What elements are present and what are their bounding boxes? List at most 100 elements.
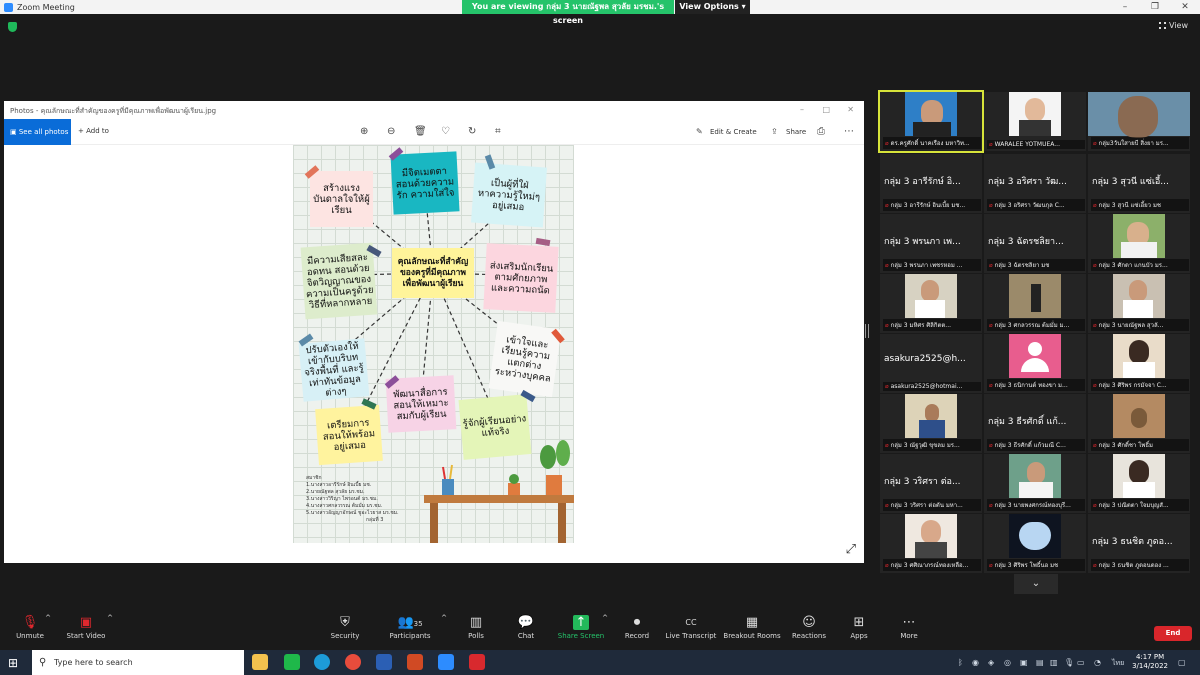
close-button[interactable]: ✕: [1170, 0, 1200, 14]
muted-mic-icon: ⌀: [885, 502, 889, 509]
participant-tile[interactable]: ⌀ กลุ่ม 3 ณัฐวุฒิ ขุขลม มร...: [880, 394, 982, 453]
participant-tile[interactable]: ⌀ WARALEE YOTMUEA...: [984, 92, 1086, 151]
participant-caption: ⌀ WARALEE YOTMUEA...: [987, 140, 1085, 149]
live-transcript-button[interactable]: CC Live Transcript: [661, 614, 721, 640]
muted-mic-icon: ⌀: [989, 562, 993, 569]
powerpoint-app-icon[interactable]: [407, 654, 423, 670]
participant-tile[interactable]: ⌀ กลุ่ม 3 ศกลวรรณ ต้มมั่ม ม...: [984, 274, 1086, 333]
poster-image: สร้างแรงบันดาลใจให้ผู้เรียน มีจิตเมตตาสอ…: [293, 145, 574, 543]
battery-icon[interactable]: ▭: [1077, 658, 1085, 667]
participant-tile[interactable]: กลุ่ม 3 ธีรศักดิ์ แก้... ⌀ กลุ่ม 3 ธีรศักด…: [984, 394, 1086, 453]
participant-tile[interactable]: ⌀ กลุ่ม 3 นายพงศกรณ์ทองบุรี...: [984, 454, 1086, 513]
participant-tile[interactable]: กลุ่ม 3 วริศรา ต่อ... ⌀ กลุ่ม 3 วริศรา ต่อ…: [880, 454, 982, 513]
participant-caption: ⌀ กลุ่ม 3 อริศรา วัฒนกุล C...: [987, 199, 1085, 211]
tray-app-icon[interactable]: ◉: [972, 658, 979, 667]
panel-splitter-handle[interactable]: [865, 324, 869, 338]
participant-tile[interactable]: ⌀ กลุ่ม 3 มหิศร ศิลิกิตต...: [880, 274, 982, 333]
grid-icon: [1159, 22, 1167, 29]
zoom-in-icon: ⊕: [360, 126, 369, 137]
participant-tile[interactable]: ⌀ กลุ่ม 3 ศิริพร โพธิ์นอ มช: [984, 514, 1086, 573]
poster-note: สร้างแรงบันดาลใจให้ผู้เรียน: [310, 171, 373, 227]
zoom-app-icon[interactable]: [438, 654, 454, 670]
participant-tile[interactable]: กลุ่ม 3 ฉัตรชลิยา... ⌀ กลุ่ม 3 ฉัตรชลิยา ม…: [984, 214, 1086, 273]
participant-tile[interactable]: กลุ่ม 3 อารีรักษ์ อิ... ⌀ กลุ่ม 3 อารีรักษ…: [880, 154, 982, 213]
security-button[interactable]: ⛨ Security: [315, 614, 375, 640]
participant-caption-text: กลุ่ม 3 ศิริพร โพธิ์นอ มช: [994, 562, 1059, 569]
acrobat-app-icon[interactable]: [469, 654, 485, 670]
security-shield-icon[interactable]: [8, 22, 17, 32]
more-button[interactable]: ⋯ More: [879, 614, 939, 640]
member-line: 5.นางสาวอัญญาอักษณ์ ชูอะไวยาส มร.ชม.: [306, 510, 399, 516]
poster-note: มีจิตเมตตาสอนด้วยความรัก ความใส่ใจ: [390, 151, 460, 215]
input-language[interactable]: ไทย: [1112, 658, 1124, 669]
clock[interactable]: 4:17 PM 3/14/2022: [1132, 653, 1168, 671]
participant-tile[interactable]: กลุ่ม 3 ธนชิต ภูดอ... ⌀ กลุ่ม 3 ธนชิต ภูดอ…: [1088, 514, 1190, 573]
participant-tile[interactable]: ⌀ กลุ่ม 3 ศักดา แกนบัว มร...: [1088, 214, 1190, 273]
muted-mic-icon: ⌀: [989, 202, 993, 209]
participant-caption: ⌀ กลุ่ม 3 ฉัตรชลิยา มช: [987, 259, 1085, 271]
view-button[interactable]: View: [1159, 21, 1188, 30]
expand-icon: ⤢: [845, 542, 856, 557]
edit-icon: ✎: [696, 127, 703, 136]
word-app-icon[interactable]: [376, 654, 392, 670]
muted-mic-icon: ⌀: [989, 141, 993, 148]
participant-tile[interactable]: ⌀ กลุ่ม 3 ศิริพร กรมัจจา C...: [1088, 334, 1190, 393]
record-button[interactable]: ⏺ Record: [607, 614, 667, 640]
participant-tile[interactable]: กลุ่ม 3 พรนภา เพ... ⌀ กลุ่ม 3 พรนภา เพชรหอ…: [880, 214, 982, 273]
record-label: Record: [624, 632, 650, 640]
minimize-button[interactable]: –: [1110, 0, 1140, 14]
windows-start-icon[interactable]: ⊞: [8, 656, 18, 670]
muted-mic-icon: ⌀: [989, 262, 993, 269]
participant-tile[interactable]: ⌀ ดร.ครูศักดิ์ นาคเรือง มหาวิท...: [878, 90, 984, 153]
wifi-icon[interactable]: ◔: [1094, 658, 1101, 667]
participant-tile[interactable]: ⌀ กลุ่ม 3 ศศิณาภรณ์ทองเหลือ...: [880, 514, 982, 573]
participant-video: [1113, 394, 1165, 438]
video-options-caret-icon[interactable]: ^: [106, 614, 114, 622]
bluetooth-icon[interactable]: ᛒ: [958, 658, 963, 667]
audio-options-caret-icon[interactable]: ^: [44, 614, 52, 622]
record-icon: ⏺: [633, 615, 641, 630]
window-title: Zoom Meeting: [17, 2, 75, 12]
participant-caption-text: กลุ่ม 3 ศิริพร กรมัจจา C...: [1098, 382, 1167, 389]
participant-caption-text: กลุ่ม 3 มหิศร ศิลิกิตต...: [890, 322, 952, 329]
tray-app-icon[interactable]: ▣: [1020, 658, 1028, 667]
breakout-rooms-button[interactable]: ▦ Breakout Rooms: [722, 614, 782, 640]
participant-name: กลุ่ม 3 สุวนี แซ่เอี้...: [1092, 177, 1169, 187]
view-options-button[interactable]: View Options ▾: [675, 0, 750, 14]
muted-mic-icon: ⌀: [1093, 502, 1097, 509]
member-line: กลุ่มที่ 3: [366, 517, 384, 523]
participants-label: Participants: [389, 632, 431, 640]
participant-video: [1113, 274, 1165, 318]
participants-button[interactable]: 👥35 Participants: [380, 614, 440, 640]
microphone-icon[interactable]: 🎙: [1064, 658, 1074, 667]
tray-app-icon[interactable]: ◎: [1004, 658, 1011, 667]
chat-button[interactable]: 💬 Chat: [496, 614, 556, 640]
participant-caption-text: กลุ่ม 3 อารีรักษ์ อินเบี้ย มช...: [890, 202, 966, 209]
tray-app-icon[interactable]: ▥: [1050, 658, 1058, 667]
notifications-icon[interactable]: ▢: [1178, 658, 1186, 667]
see-all-label: See all photos: [18, 128, 69, 136]
poster-note: พัฒนาสื่อการสอนให้เหมาะสมกับผู้เรียน: [385, 375, 457, 433]
line-app-icon[interactable]: [284, 654, 300, 670]
maximize-button[interactable]: ❐: [1140, 0, 1170, 14]
participant-tile[interactable]: ⌀ กลุ่ม3วันใสายบี สิ่งยา มร...: [1088, 92, 1190, 151]
participant-tile[interactable]: ⌀ กลุ่ม 3 ศักดิ์ชา โพธิ์ม: [1088, 394, 1190, 453]
end-meeting-button[interactable]: End: [1154, 626, 1192, 641]
edge-browser-icon[interactable]: [314, 654, 330, 670]
participants-icon: 👥35: [397, 615, 423, 630]
participant-tile[interactable]: ⌀ กลุ่ม 3 นายณัฐพล สุวลั...: [1088, 274, 1190, 333]
participant-tile[interactable]: ⌀ กลุ่ม 3 ปณิตตา ใจมบุญสั...: [1088, 454, 1190, 513]
gallery-scroll-down-button[interactable]: ⌄: [1014, 574, 1058, 594]
participant-name: กลุ่ม 3 อารีรักษ์ อิ...: [884, 177, 961, 187]
tray-app-icon[interactable]: ▤: [1036, 658, 1044, 667]
participant-tile[interactable]: กลุ่ม 3 สุวนี แซ่เอี้... ⌀ กลุ่ม 3 สุวนี แ…: [1088, 154, 1190, 213]
chrome-browser-icon[interactable]: [345, 654, 361, 670]
participant-tile[interactable]: ⌀ กลุ่ม 3 ธนิกานต์ ทองขา ม...: [984, 334, 1086, 393]
member-line: 2.นายณัฐพล สุวลัย มร.ชม.: [306, 489, 365, 495]
taskbar-search-box[interactable]: ⚲ Type here to search: [32, 650, 244, 675]
participant-tile[interactable]: กลุ่ม 3 อริศรา วัฒ... ⌀ กลุ่ม 3 อริศรา วัฒ…: [984, 154, 1086, 213]
file-explorer-icon[interactable]: [252, 654, 268, 670]
tray-app-icon[interactable]: ◈: [988, 658, 994, 667]
participant-tile[interactable]: asakura2525@h... ⌀ asakura2525@hotmai...: [880, 334, 982, 393]
share-icon: ⇪: [771, 127, 778, 136]
